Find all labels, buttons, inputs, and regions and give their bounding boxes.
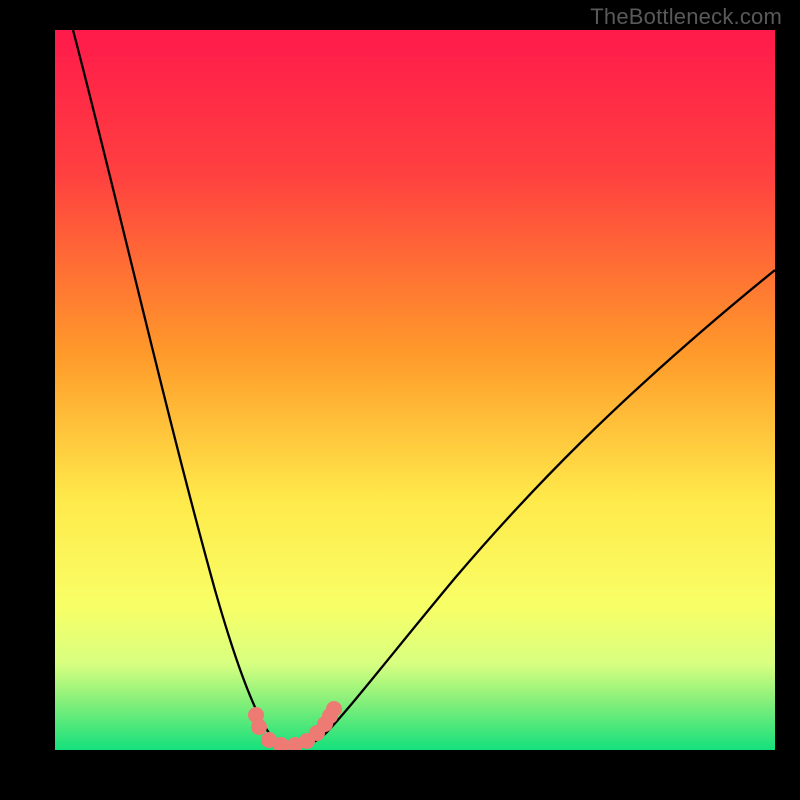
bottleneck-curve xyxy=(55,30,775,750)
plot-area xyxy=(55,30,775,750)
marker-dots xyxy=(248,701,342,750)
watermark-text: TheBottleneck.com xyxy=(590,4,782,30)
chart-frame: TheBottleneck.com xyxy=(0,0,800,800)
